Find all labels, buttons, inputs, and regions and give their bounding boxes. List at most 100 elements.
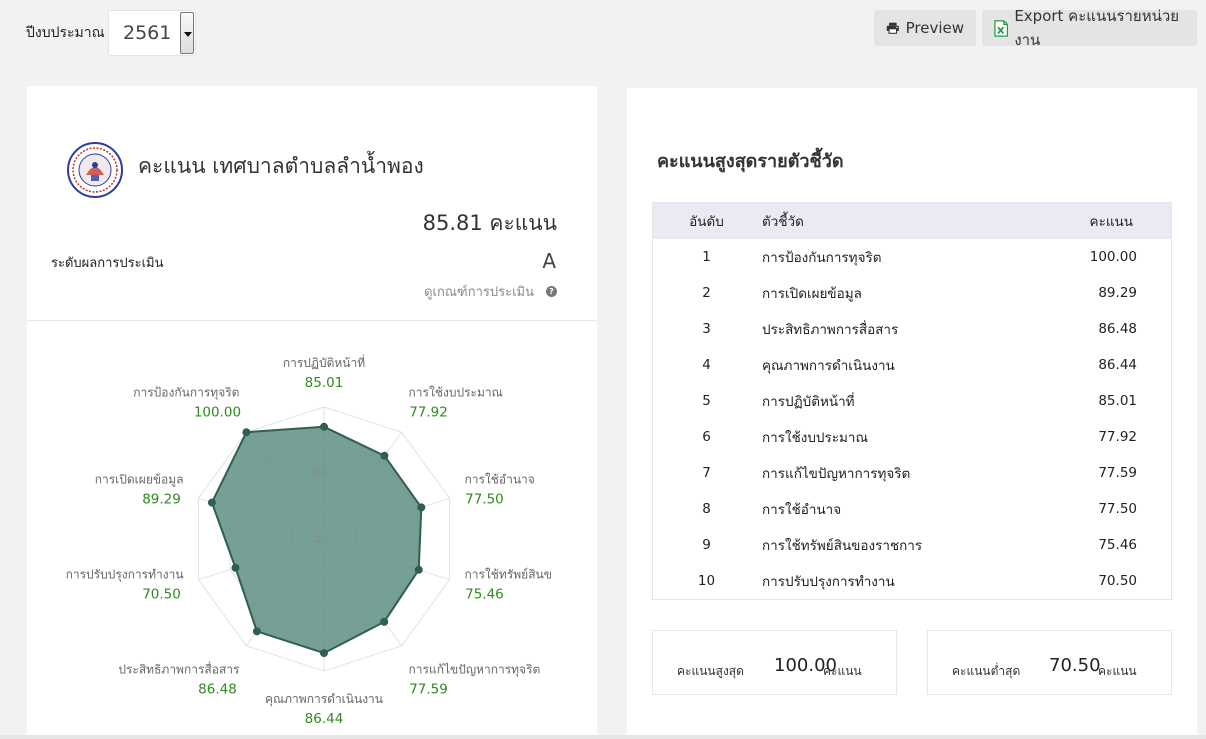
radar-data-point <box>242 428 251 437</box>
header-name: ตัวชี้วัด <box>762 214 804 230</box>
table-row: 4 คุณภาพการดำเนินงาน 86.44 <box>653 347 1171 383</box>
radar-value-label: 86.44 <box>305 711 344 727</box>
radar-data-point <box>414 565 423 574</box>
export-button[interactable]: Export คะแนนรายหน่วยงาน <box>982 7 1197 49</box>
ranking-card: คะแนนสูงสุดรายตัวชี้วัด อันดับ ตัวชี้วัด… <box>627 88 1197 739</box>
header-rank: อันดับ <box>689 214 724 230</box>
printer-icon <box>886 22 899 34</box>
total-score: 85.81 คะแนน <box>422 211 557 235</box>
radar-value-label: 86.48 <box>198 682 237 698</box>
org-title: คะแนน เทศบาลตำบลลำน้ำพอง <box>138 154 424 178</box>
ranking-title: คะแนนสูงสุดรายตัวชี้วัด <box>657 151 844 172</box>
radar-value-label: 77.92 <box>409 404 448 420</box>
cell-score: 77.50 <box>1098 501 1137 517</box>
cell-name: การปรับปรุงการทำงาน <box>762 574 895 590</box>
cell-name: การเปิดเผยข้อมูล <box>762 286 862 302</box>
radar-data-point <box>231 563 240 572</box>
org-seal-logo <box>67 142 123 198</box>
max-score-label: คะแนนสูงสุด <box>677 664 744 678</box>
table-row: 9 การใช้ทรัพย์สินของราชการ 75.46 <box>653 527 1171 563</box>
radar-data-point <box>380 451 389 460</box>
table-row: 2 การเปิดเผยข้อมูล 89.29 <box>653 275 1171 311</box>
level-value: A <box>542 249 556 273</box>
radar-data-point <box>380 617 389 626</box>
radar-axis-label: การแก้ไขปัญหาการทุจริต <box>409 663 541 678</box>
cell-name: การใช้ทรัพย์สินของราชการ <box>762 538 923 554</box>
radar-data-point <box>320 649 328 658</box>
table-header-row: อันดับ ตัวชี้วัด คะแนน <box>653 203 1171 239</box>
cell-score: 89.29 <box>1098 285 1137 301</box>
cell-name: การแก้ไขปัญหาการทุจริต <box>762 466 911 482</box>
level-label: ระดับผลการประเมิน <box>51 256 164 271</box>
min-score-box: คะแนนต่ำสุด 70.50 คะแนน <box>927 630 1172 695</box>
preview-button[interactable]: Preview <box>874 10 976 46</box>
radar-axis-label: การใช้งบประมาณ <box>409 385 503 399</box>
chevron-down-icon[interactable] <box>180 12 194 54</box>
question-circle-icon[interactable]: ? <box>546 286 557 297</box>
cell-score: 86.44 <box>1098 357 1137 373</box>
cell-rank: 2 <box>702 285 711 301</box>
table-row: 1 การป้องกันการทุจริต 100.00 <box>653 239 1171 275</box>
table-row: 8 การใช้อำนาจ 77.50 <box>653 491 1171 527</box>
cell-rank: 1 <box>702 249 711 265</box>
radar-data-point <box>320 422 328 431</box>
cell-score: 75.46 <box>1098 537 1137 553</box>
cell-rank: 6 <box>702 429 711 445</box>
table-row: 5 การปฏิบัติหน้าที่ 85.01 <box>653 383 1171 419</box>
year-label: ปีงบประมาณ <box>26 25 105 41</box>
cell-score: 77.59 <box>1098 465 1137 481</box>
min-score-value: 70.50 <box>1049 655 1101 676</box>
radar-data-point <box>207 498 216 507</box>
radar-value-label: 70.50 <box>142 587 181 603</box>
criteria-link[interactable]: ดูเกณฑ์การประเมิน ? <box>424 281 557 302</box>
cell-rank: 9 <box>702 537 711 553</box>
radar-value-label: 77.50 <box>465 491 504 507</box>
radar-axis-label: การใช้ทรัพย์สินข <box>464 568 551 582</box>
radar-chart: 0 50 การปฏิบัติหน้าที่ 85.01 การใช้งบประมาณ 7… <box>66 354 552 727</box>
summary-card: คะแนน เทศบาลตำบลลำน้ำพอง 85.81 คะแนน ระด… <box>27 86 597 739</box>
year-select[interactable]: 2561 <box>108 10 196 56</box>
radar-axis-label: การป้องกันการทุจริต <box>133 385 239 400</box>
radar-axis-label: การปฏิบัติหน้าที่ <box>283 354 365 370</box>
cell-rank: 3 <box>702 321 711 337</box>
excel-file-icon <box>994 19 1009 37</box>
cell-name: การปฏิบัติหน้าที่ <box>762 394 855 410</box>
table-row: 3 ประสิทธิภาพการสื่อสาร 86.48 <box>653 311 1171 347</box>
cell-name: การใช้อำนาจ <box>762 502 842 518</box>
cell-score: 70.50 <box>1098 573 1137 589</box>
radar-axis-label: การใช้อำนาจ <box>464 472 534 486</box>
radar-value-label: 75.46 <box>465 587 504 603</box>
radar-axis-label: คุณภาพการดำเนินงาน <box>265 692 383 707</box>
radar-value-label: 85.01 <box>305 375 344 391</box>
criteria-link-label: ดูเกณฑ์การประเมิน <box>424 285 534 300</box>
radar-value-label: 100.00 <box>194 404 241 420</box>
cell-name: การใช้งบประมาณ <box>762 430 868 446</box>
cell-score: 77.92 <box>1098 429 1137 445</box>
year-select-value: 2561 <box>123 22 172 44</box>
cell-rank: 7 <box>702 465 711 481</box>
table-row: 7 การแก้ไขปัญหาการทุจริต 77.59 <box>653 455 1171 491</box>
cell-name: การป้องกันการทุจริต <box>762 250 882 266</box>
cell-name: คุณภาพการดำเนินงาน <box>762 358 895 374</box>
radar-data-point <box>417 503 426 512</box>
radar-value-label: 77.59 <box>409 682 448 698</box>
ranking-table: อันดับ ตัวชี้วัด คะแนน 1 การป้องกันการทุจ… <box>652 202 1172 600</box>
cell-score: 86.48 <box>1098 321 1137 337</box>
cell-rank: 5 <box>702 393 711 409</box>
table-row: 10 การปรับปรุงการทำงาน 70.50 <box>653 563 1171 599</box>
max-score-box: คะแนนสูงสุด 100.00 คะแนน <box>652 630 897 695</box>
max-score-unit: คะแนน <box>823 664 862 678</box>
radar-axis-label: ประสิทธิภาพการสื่อสาร <box>118 661 240 677</box>
divider <box>27 320 597 321</box>
table-row: 6 การใช้งบประมาณ 77.92 <box>653 419 1171 455</box>
header-score: คะแนน <box>1089 214 1133 230</box>
cell-score: 100.00 <box>1089 249 1137 265</box>
cell-name: ประสิทธิภาพการสื่อสาร <box>762 322 899 338</box>
cell-rank: 10 <box>697 573 716 589</box>
cell-rank: 8 <box>702 501 711 517</box>
export-button-label: Export คะแนนรายหน่วยงาน <box>1014 7 1180 49</box>
radar-value-label: 89.29 <box>142 491 181 507</box>
radar-r-tick-label: 0 <box>315 533 322 546</box>
radar-data-point <box>252 627 261 636</box>
radar-r-tick-label: 50 <box>311 467 325 480</box>
